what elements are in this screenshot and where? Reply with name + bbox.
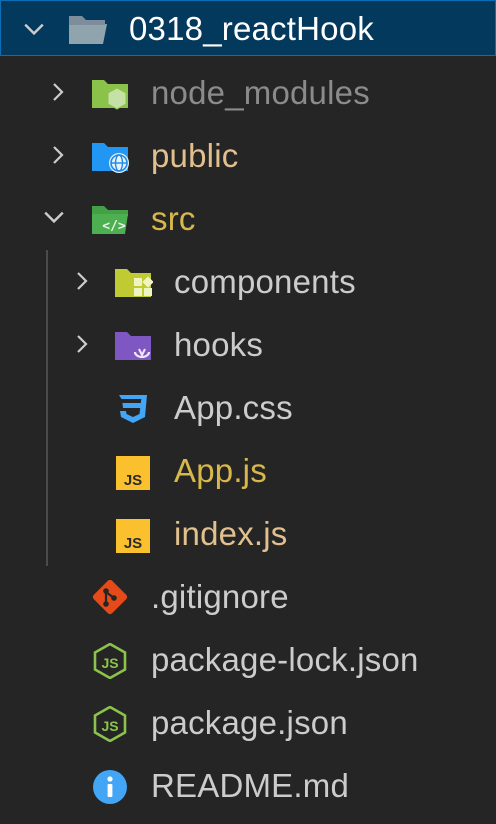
info-icon <box>93 770 127 804</box>
file-app-css[interactable]: App.css <box>0 379 496 435</box>
folder-label: hooks <box>174 326 264 363</box>
file-label: package-lock.json <box>151 641 419 678</box>
file-package-lock-json[interactable]: JS package-lock.json <box>0 631 496 687</box>
file-label: index.js <box>174 515 288 552</box>
nodejs-icon: JS <box>93 706 127 742</box>
folder-src[interactable]: </> src <box>0 190 496 246</box>
js-icon: JS <box>116 456 150 490</box>
folder-hooks[interactable]: hooks <box>0 316 496 372</box>
folder-open-icon <box>69 16 107 44</box>
root-folder-row[interactable]: 0318_reactHook <box>0 0 496 56</box>
file-label: .gitignore <box>151 578 289 615</box>
svg-text:JS: JS <box>124 535 142 552</box>
folder-node-modules[interactable]: node_modules <box>0 64 496 120</box>
file-explorer: 0318_reactHook node_modules public </> s… <box>0 0 496 824</box>
chevron-right-icon[interactable] <box>72 334 92 354</box>
chevron-right-icon[interactable] <box>48 82 68 102</box>
file-label: README.md <box>151 767 349 804</box>
git-icon <box>92 580 128 615</box>
chevron-right-icon[interactable] <box>48 145 68 165</box>
folder-label: src <box>151 200 196 237</box>
file-label: package.json <box>151 704 348 741</box>
file-index-js[interactable]: JS index.js <box>0 505 496 561</box>
svg-text:JS: JS <box>101 718 118 734</box>
node-folder-icon <box>92 80 128 110</box>
folder-label: node_modules <box>151 74 370 111</box>
css-icon <box>119 395 147 423</box>
svg-text:</>: </> <box>102 219 126 234</box>
chevron-down-icon[interactable] <box>23 18 45 40</box>
nodejs-icon: JS <box>93 643 127 679</box>
chevron-right-icon[interactable] <box>72 271 92 291</box>
svg-text:JS: JS <box>124 472 142 489</box>
svg-text:JS: JS <box>101 655 118 671</box>
file-app-js[interactable]: JS App.js <box>0 442 496 498</box>
components-folder-icon <box>115 269 153 297</box>
src-folder-icon: </> <box>92 206 128 234</box>
folder-public[interactable]: public <box>0 127 496 183</box>
public-folder-icon <box>92 143 129 173</box>
file-readme-md[interactable]: README.md <box>0 757 496 813</box>
chevron-down-icon[interactable] <box>42 206 66 228</box>
js-icon: JS <box>116 519 150 553</box>
file-package-json[interactable]: JS package.json <box>0 694 496 750</box>
hooks-folder-icon <box>115 332 151 360</box>
file-label: App.js <box>174 452 267 489</box>
root-folder-label: 0318_reactHook <box>129 10 374 47</box>
folder-label: public <box>151 137 239 174</box>
folder-label: components <box>174 263 356 300</box>
file-label: App.css <box>174 389 293 426</box>
file-gitignore[interactable]: .gitignore <box>0 568 496 624</box>
folder-components[interactable]: components <box>0 253 496 309</box>
